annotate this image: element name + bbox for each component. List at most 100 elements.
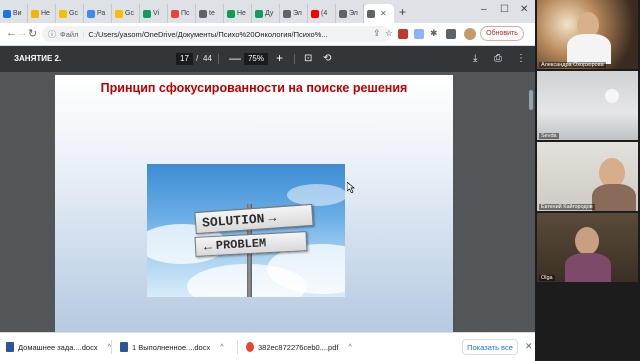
back-icon[interactable]: ← — [6, 27, 17, 39]
participant-name: Olga — [539, 275, 555, 281]
minimize-button[interactable]: – — [481, 4, 487, 15]
tab-favicon-icon — [339, 9, 347, 18]
reload-icon[interactable]: ↻ — [28, 27, 37, 40]
browser-tab[interactable]: Gc — [112, 4, 140, 23]
print-icon[interactable]: ⎙ — [494, 53, 502, 64]
tab-label: Эл — [349, 10, 358, 17]
tab-label: (4 — [321, 10, 328, 17]
tab-label: Ви — [13, 10, 22, 17]
show-all-button[interactable]: Показать все — [462, 339, 518, 355]
zoom-input[interactable]: 75% — [244, 53, 268, 65]
browser-tab[interactable]: te — [196, 4, 224, 23]
chevron-icon[interactable]: ^ — [349, 344, 352, 351]
tab-label: Не — [237, 10, 246, 17]
tab-label: te — [209, 10, 215, 17]
browser-tab[interactable]: Ду — [252, 4, 280, 23]
close-shelf-icon[interactable]: ✕ — [525, 341, 533, 352]
tab-favicon-icon — [367, 9, 375, 18]
tab-favicon-icon — [87, 9, 95, 18]
download-icon[interactable]: ⤓ — [473, 53, 477, 64]
browser-tab[interactable]: Не — [28, 4, 56, 23]
browser-tab[interactable]: Vi — [140, 4, 168, 23]
participant-video[interactable]: Евгений Кайгородов — [537, 142, 638, 211]
address-bar[interactable]: ⓘ Файл | C:/Users/yasom/OneDrive/Докумен… — [42, 26, 390, 42]
browser-tab[interactable]: (4 — [308, 4, 336, 23]
tab-label: Gc — [69, 10, 78, 17]
rotate-icon[interactable]: ⟲ — [323, 53, 331, 64]
scrollbar-track[interactable] — [527, 72, 535, 332]
zoom-in-button[interactable]: + — [276, 51, 283, 65]
arrow-left-icon: ← — [203, 238, 213, 254]
tab-label: Ду — [265, 10, 274, 17]
download-item[interactable]: 1 Выполненное....docx ^ — [120, 339, 224, 355]
browser-window: Ви Не Gc Ра Gc Vi Пс te Не Ду Эл (4 Эл ✕ + – ☐ ✕ ← → … — [0, 0, 535, 332]
browser-tab[interactable]: Gc — [56, 4, 84, 23]
close-window-button[interactable]: ✕ — [520, 4, 528, 15]
profile-avatar[interactable] — [464, 28, 476, 40]
extension-shield-icon[interactable] — [398, 29, 408, 39]
tab-favicon-icon — [283, 9, 291, 18]
browser-tab[interactable]: Ви — [0, 4, 28, 23]
signpost-photo: SOLUTION → ← PROBLEM — [147, 164, 345, 297]
solution-sign: SOLUTION → — [194, 203, 314, 235]
slide-title: Принцип сфокусированности на поиске реше… — [100, 81, 408, 95]
download-filename: 1 Выполненное....docx — [132, 342, 211, 352]
tab-favicon-icon — [143, 9, 151, 18]
divider — [111, 340, 112, 354]
tab-favicon-icon — [31, 9, 39, 18]
browser-tab[interactable]: Эл — [280, 4, 308, 23]
ceiling-light — [605, 89, 619, 103]
participant-body — [565, 253, 611, 282]
update-button[interactable]: Обновить — [480, 26, 524, 41]
cloud — [287, 184, 345, 206]
participant-body — [592, 184, 636, 211]
extension-icon[interactable] — [414, 29, 424, 39]
tab-label: Gc — [125, 10, 134, 17]
tab-favicon-icon — [59, 9, 67, 18]
more-options-icon[interactable]: ⋮ — [516, 53, 526, 64]
new-tab-button[interactable]: + — [399, 5, 406, 19]
extensions-puzzle-icon[interactable]: ✱ — [430, 28, 438, 39]
browser-toolbar: ← → ↻ ⓘ Файл | C:/Users/yasom/OneDrive/Д… — [0, 23, 535, 46]
tab-label: Пс — [181, 10, 190, 17]
divider — [237, 340, 238, 354]
tab-label: Эл — [293, 10, 302, 17]
chevron-icon[interactable]: ^ — [220, 344, 223, 351]
pdf-viewer[interactable]: Принцип сфокусированности на поиске реше… — [0, 72, 535, 332]
forward-icon[interactable]: → — [17, 27, 28, 39]
arrow-right-icon: → — [267, 209, 277, 226]
pdf-file-icon — [246, 342, 254, 352]
participant-video[interactable]: Olga — [537, 213, 638, 282]
reading-list-icon[interactable] — [446, 29, 456, 39]
browser-tab[interactable]: Ра — [84, 4, 112, 23]
bookmark-star-icon[interactable]: ☆ — [385, 28, 393, 39]
participant-body — [567, 34, 611, 64]
info-icon[interactable]: ⓘ — [48, 29, 56, 40]
tab-favicon-icon — [3, 9, 11, 18]
tab-label: Ра — [97, 10, 106, 17]
maximize-button[interactable]: ☐ — [500, 4, 509, 15]
tab-close-icon[interactable]: ✕ — [380, 9, 387, 18]
docx-file-icon — [120, 342, 128, 352]
browser-tab[interactable]: Не — [224, 4, 252, 23]
tab-active[interactable]: ✕ — [364, 4, 394, 23]
problem-sign-text: PROBLEM — [215, 236, 267, 253]
browser-tab[interactable]: Пс — [168, 4, 196, 23]
page-number-input[interactable]: 17 — [176, 53, 193, 65]
tab-favicon-icon — [311, 9, 319, 18]
participant-face — [575, 227, 599, 255]
address-url: C:/Users/yasom/OneDrive/Документы/Психо%… — [88, 29, 328, 39]
download-item[interactable]: Домашнее зада....docx ^ — [6, 339, 111, 355]
tab-favicon-icon — [199, 9, 207, 18]
participant-video[interactable]: Александра Охорзорова — [537, 0, 638, 69]
fit-page-icon[interactable]: ⊡ — [304, 53, 312, 64]
participant-video[interactable]: Sevda — [537, 71, 638, 140]
solution-sign-text: SOLUTION — [201, 210, 265, 231]
tab-label: Vi — [153, 10, 160, 17]
download-item[interactable]: 382ec872276ceb0....pdf ^ — [246, 339, 352, 355]
zoom-out-button[interactable]: — — [229, 51, 241, 65]
mouse-cursor-icon — [347, 182, 355, 193]
browser-tab[interactable]: Эл — [336, 4, 364, 23]
share-icon[interactable]: ⇪ — [373, 28, 381, 39]
scrollbar-thumb[interactable] — [529, 90, 533, 110]
